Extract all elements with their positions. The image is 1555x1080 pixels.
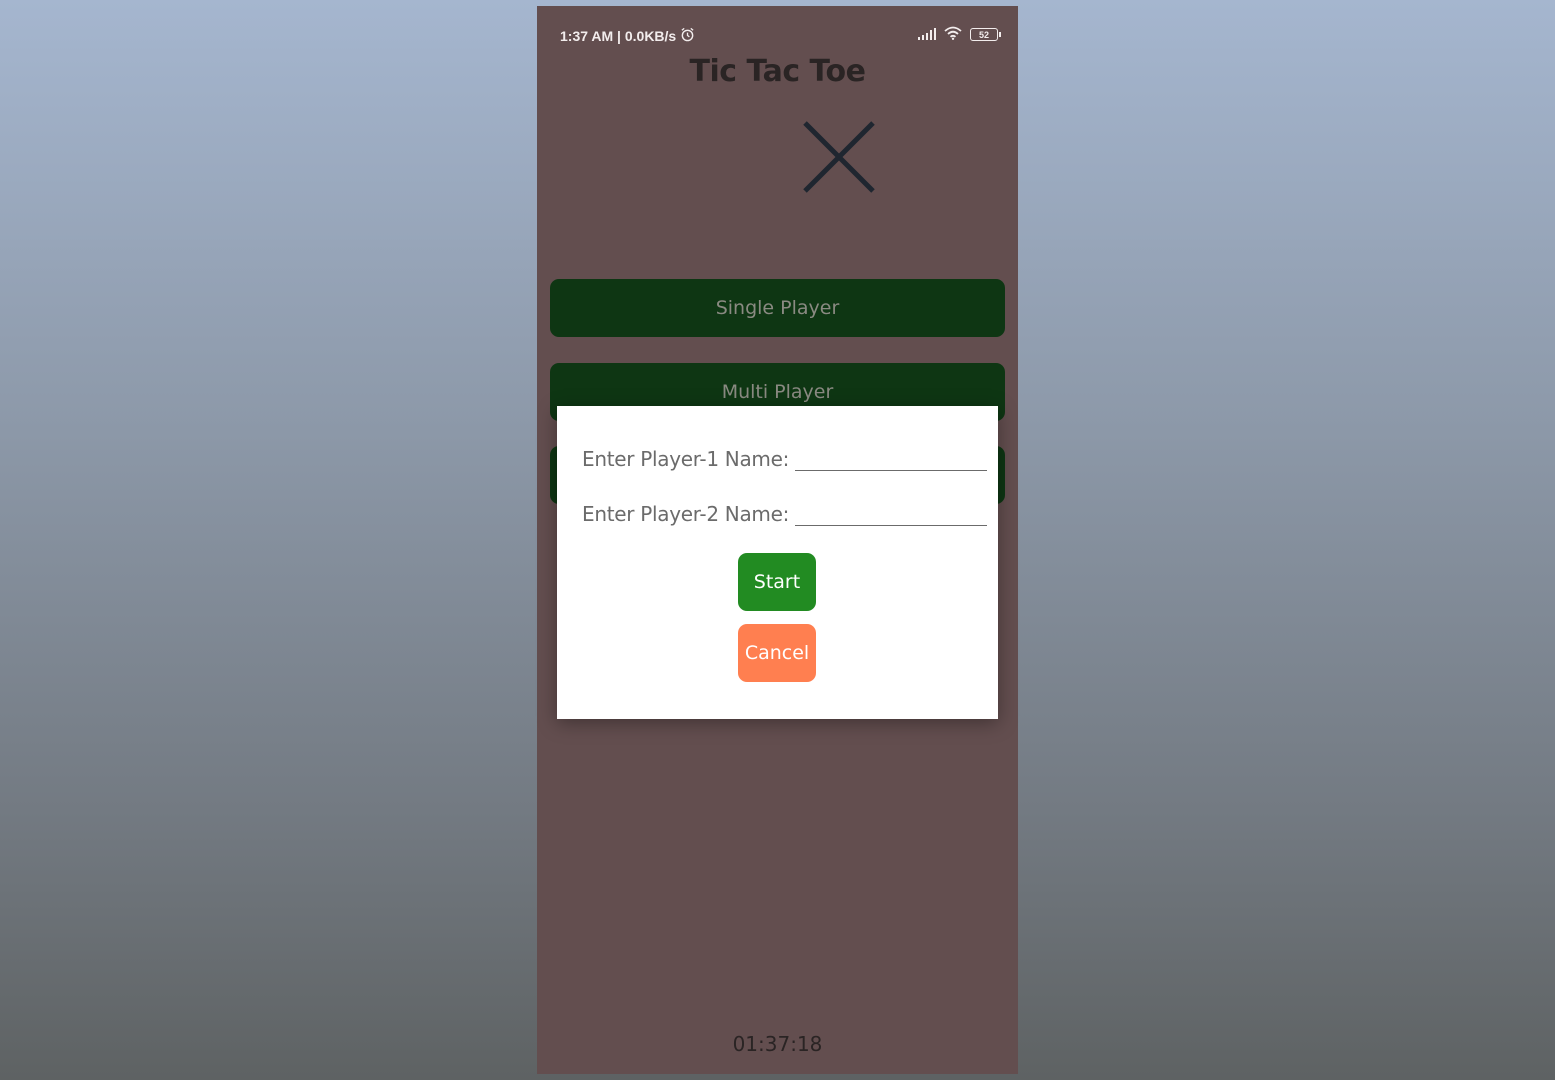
cell-signal-icon xyxy=(918,27,936,43)
app-title: Tic Tac Toe xyxy=(689,54,866,89)
x-mark-icon xyxy=(800,118,878,196)
player2-label: Enter Player-2 Name: xyxy=(582,502,790,526)
status-time: 1:37 AM | 0.0KB/s xyxy=(560,28,677,44)
status-right: 52 xyxy=(918,26,1001,43)
status-left: 1:37 AM | 0.0KB/s xyxy=(560,27,695,45)
game-timer: 01:37:18 xyxy=(732,1032,823,1056)
multi-player-label: Multi Player xyxy=(721,381,834,403)
battery-level: 52 xyxy=(978,29,989,40)
player2-name-input[interactable] xyxy=(795,499,988,526)
single-player-label: Single Player xyxy=(715,297,840,319)
player1-row: Enter Player-1 Name: xyxy=(582,444,988,471)
wifi-icon xyxy=(944,26,962,43)
cancel-button[interactable]: Cancel xyxy=(738,624,816,682)
player2-row: Enter Player-2 Name: xyxy=(582,499,988,526)
start-button[interactable]: Start xyxy=(738,553,816,611)
player-names-dialog: Enter Player-1 Name: Enter Player-2 Name… xyxy=(557,406,998,719)
battery-icon: 52 xyxy=(970,28,1001,41)
player1-name-input[interactable] xyxy=(795,444,988,471)
alarm-clock-icon xyxy=(680,27,695,45)
player1-label: Enter Player-1 Name: xyxy=(582,447,790,471)
single-player-button[interactable]: Single Player xyxy=(550,279,1005,337)
